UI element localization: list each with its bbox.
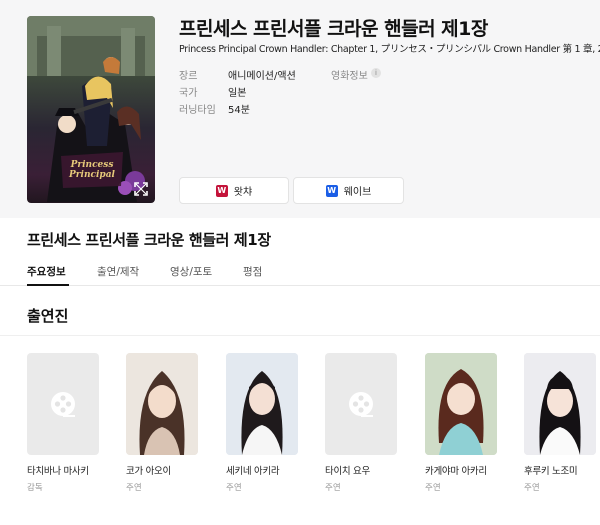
film-reel-icon bbox=[349, 392, 373, 417]
cast-role: 주연 bbox=[126, 483, 142, 493]
cast-name: 타이치 요우 bbox=[325, 466, 370, 477]
cast-card[interactable]: 코가 아오이 주연 bbox=[126, 353, 198, 493]
tab-main-info[interactable]: 주요정보 bbox=[27, 264, 66, 279]
genre-label: 장르 bbox=[179, 71, 198, 82]
cast-role: 주연 bbox=[325, 483, 341, 493]
section-title: 프린세스 프린서플 크라운 핸들러 제1장 bbox=[27, 231, 271, 249]
ott-button-wavve[interactable]: W 웨이브 bbox=[293, 177, 404, 204]
cast-role: 주연 bbox=[524, 483, 540, 493]
cast-photo bbox=[425, 353, 497, 455]
runtime-value: 54분 bbox=[228, 105, 250, 116]
cast-name: 세키네 아키라 bbox=[226, 466, 280, 477]
cast-portrait bbox=[425, 353, 497, 455]
wavve-logo-icon: W bbox=[325, 184, 338, 197]
cast-card[interactable]: 타이치 요우 주연 bbox=[325, 353, 397, 493]
ott-label: 웨이브 bbox=[343, 187, 372, 198]
cast-portrait bbox=[226, 353, 298, 455]
country-label: 국가 bbox=[179, 88, 198, 99]
cast-name: 타치바나 마사키 bbox=[27, 466, 89, 477]
cast-card[interactable]: 세키네 아키라 주연 bbox=[226, 353, 298, 493]
poster-logo: Princess Principal bbox=[69, 160, 115, 180]
tab-video-photo[interactable]: 영상/포토 bbox=[170, 264, 212, 279]
cast-heading: 출연진 bbox=[27, 307, 69, 325]
genre-value[interactable]: 애니메이션/액션 bbox=[228, 67, 296, 82]
movie-title: 프린세스 프린서플 크라운 핸들러 제1장 bbox=[179, 18, 488, 40]
tab-ratings[interactable]: 평점 bbox=[243, 264, 262, 279]
active-tab-indicator bbox=[27, 284, 69, 286]
cast-role: 감독 bbox=[27, 483, 43, 493]
country-value: 일본 bbox=[228, 88, 247, 99]
cast-card[interactable]: 타치바나 마사키 감독 bbox=[27, 353, 99, 493]
tab-cast-crew[interactable]: 출연/제작 bbox=[97, 264, 139, 279]
movie-subtitle: Princess Principal Crown Handler: Chapte… bbox=[179, 44, 600, 55]
watcha-logo-icon: W bbox=[215, 184, 228, 197]
expand-icon[interactable] bbox=[132, 180, 150, 198]
cast-card[interactable]: 카게야마 아카리 주연 bbox=[425, 353, 497, 493]
cast-role: 주연 bbox=[226, 483, 242, 493]
runtime-label: 러닝타임 bbox=[179, 105, 216, 116]
film-reel-icon bbox=[51, 392, 75, 417]
divider bbox=[0, 335, 600, 336]
movie-hero: Princess Principal 프린세스 프린서플 크라운 핸들러 제1장… bbox=[0, 0, 600, 218]
ott-label: 왓챠 bbox=[233, 187, 253, 198]
cast-name: 카게야마 아카리 bbox=[425, 466, 487, 477]
cast-card[interactable]: 후루키 노조미 주연 bbox=[524, 353, 596, 493]
cast-photo-placeholder bbox=[325, 353, 397, 455]
cast-name: 코가 아오이 bbox=[126, 466, 171, 477]
movie-poster[interactable]: Princess Principal bbox=[27, 16, 155, 203]
detail-tabs: 주요정보 출연/제작 영상/포토 평점 bbox=[0, 255, 600, 286]
rating-label: 영화정보 bbox=[331, 71, 368, 82]
cast-role: 주연 bbox=[425, 483, 441, 493]
cast-portrait bbox=[126, 353, 198, 455]
ott-button-watcha[interactable]: W 왓챠 bbox=[179, 177, 289, 204]
info-icon[interactable]: i bbox=[371, 68, 381, 78]
cast-photo bbox=[126, 353, 198, 455]
cast-photo-placeholder bbox=[27, 353, 99, 455]
cast-photo bbox=[524, 353, 596, 455]
cast-photo bbox=[226, 353, 298, 455]
cast-name: 후루키 노조미 bbox=[524, 466, 578, 477]
cast-portrait bbox=[524, 353, 596, 455]
